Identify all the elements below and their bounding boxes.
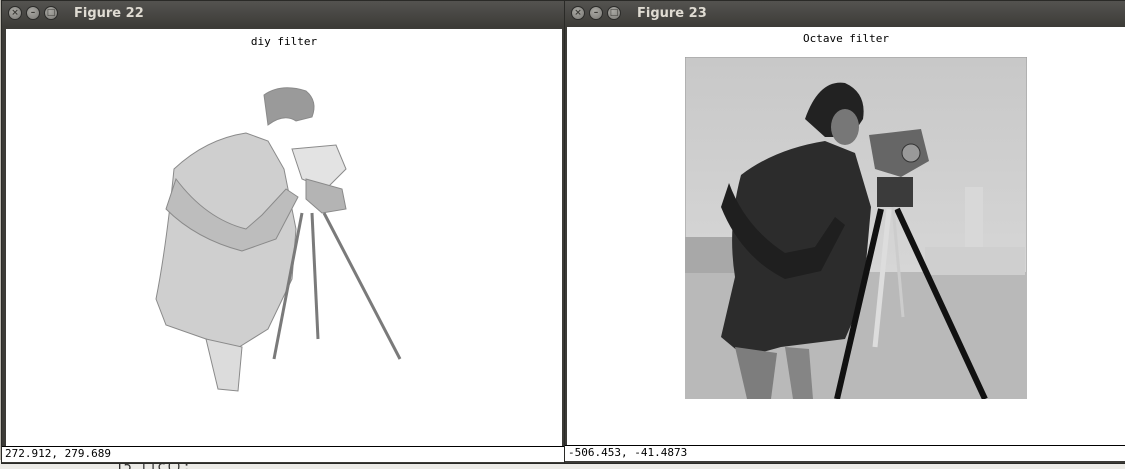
- maximize-button[interactable]: □: [44, 6, 58, 20]
- maximize-button[interactable]: □: [607, 6, 621, 20]
- window-title: Figure 23: [637, 6, 707, 21]
- close-icon: ×: [574, 8, 582, 18]
- figure-22-canvas[interactable]: diy filter: [6, 29, 562, 447]
- figure-22-window: × – □ Figure 22 diy filter 272.912, 279.…: [1, 0, 565, 464]
- window-title: Figure 22: [74, 6, 144, 21]
- close-button[interactable]: ×: [571, 6, 585, 20]
- minimize-icon: –: [30, 8, 36, 18]
- figure-23-window: × – □ Figure 23 Octave filter -506.453, …: [564, 0, 1125, 464]
- minimize-button[interactable]: –: [26, 6, 40, 20]
- cursor-coordinates: 272.912, 279.689: [5, 447, 111, 460]
- octave-filtered-image: [685, 57, 1027, 399]
- figure-22-titlebar[interactable]: × – □ Figure 22: [2, 1, 564, 27]
- maximize-icon: □: [609, 8, 619, 18]
- diy-filtered-image: [155, 87, 402, 392]
- figure-23-status-bar: -506.453, -41.4873: [565, 445, 1125, 461]
- minimize-button[interactable]: –: [589, 6, 603, 20]
- figure-23-titlebar[interactable]: × – □ Figure 23: [565, 1, 1125, 27]
- plot-title: Octave filter: [802, 32, 890, 45]
- cursor-coordinates: -506.453, -41.4873: [568, 446, 688, 459]
- close-button[interactable]: ×: [8, 6, 22, 20]
- close-icon: ×: [11, 8, 19, 18]
- figure-23-canvas[interactable]: Octave filter: [567, 27, 1125, 445]
- figure-22-status-bar: 272.912, 279.689: [2, 446, 564, 462]
- maximize-icon: □: [46, 8, 56, 18]
- minimize-icon: –: [593, 8, 599, 18]
